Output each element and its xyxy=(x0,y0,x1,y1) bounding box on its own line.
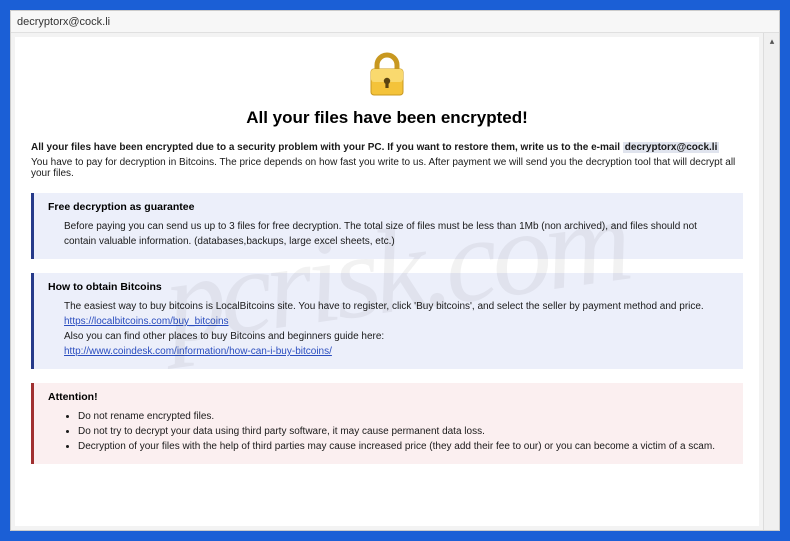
page-title: All your files have been encrypted! xyxy=(31,108,743,128)
document-body: All your files have been encrypted! All … xyxy=(15,37,759,526)
scroll-up-button[interactable]: ▴ xyxy=(764,33,780,49)
intro-line-2: You have to pay for decryption in Bitcoi… xyxy=(31,157,743,179)
window-title: decryptorx@cock.li xyxy=(17,16,110,28)
bitcoin-link-1[interactable]: https://localbitcoins.com/buy_bitcoins xyxy=(64,316,229,327)
app-window: decryptorx@cock.li ▴ All your files have… xyxy=(10,10,780,531)
section-title: Free decryption as guarantee xyxy=(48,201,731,213)
list-item: Do not try to decrypt your data using th… xyxy=(78,424,731,439)
howto-line2: Also you can find other places to buy Bi… xyxy=(64,329,731,344)
section-how-to-bitcoins: How to obtain Bitcoins The easiest way t… xyxy=(31,273,743,369)
section-title: How to obtain Bitcoins xyxy=(48,281,731,293)
section-title: Attention! xyxy=(48,391,731,403)
titlebar[interactable]: decryptorx@cock.li xyxy=(11,11,779,33)
section-body: Before paying you can send us up to 3 fi… xyxy=(64,219,731,249)
intro-email: decryptorx@cock.li xyxy=(623,142,720,153)
intro-line-1: All your files have been encrypted due t… xyxy=(31,142,743,153)
content-wrapper: ▴ All your files have been encrypted! Al… xyxy=(11,33,779,530)
list-item: Do not rename encrypted files. xyxy=(78,409,731,424)
list-item: Decryption of your files with the help o… xyxy=(78,439,731,454)
attention-list: Do not rename encrypted files. Do not tr… xyxy=(78,409,731,454)
section-free-decryption: Free decryption as guarantee Before payi… xyxy=(31,193,743,259)
section-attention: Attention! Do not rename encrypted files… xyxy=(31,383,743,464)
intro-bold: All your files have been encrypted due t… xyxy=(31,142,620,153)
bitcoin-link-2[interactable]: http://www.coindesk.com/information/how-… xyxy=(64,346,332,357)
lock-icon xyxy=(31,45,743,100)
scrollbar[interactable]: ▴ xyxy=(763,33,779,530)
howto-line1: The easiest way to buy bitcoins is Local… xyxy=(64,299,731,314)
